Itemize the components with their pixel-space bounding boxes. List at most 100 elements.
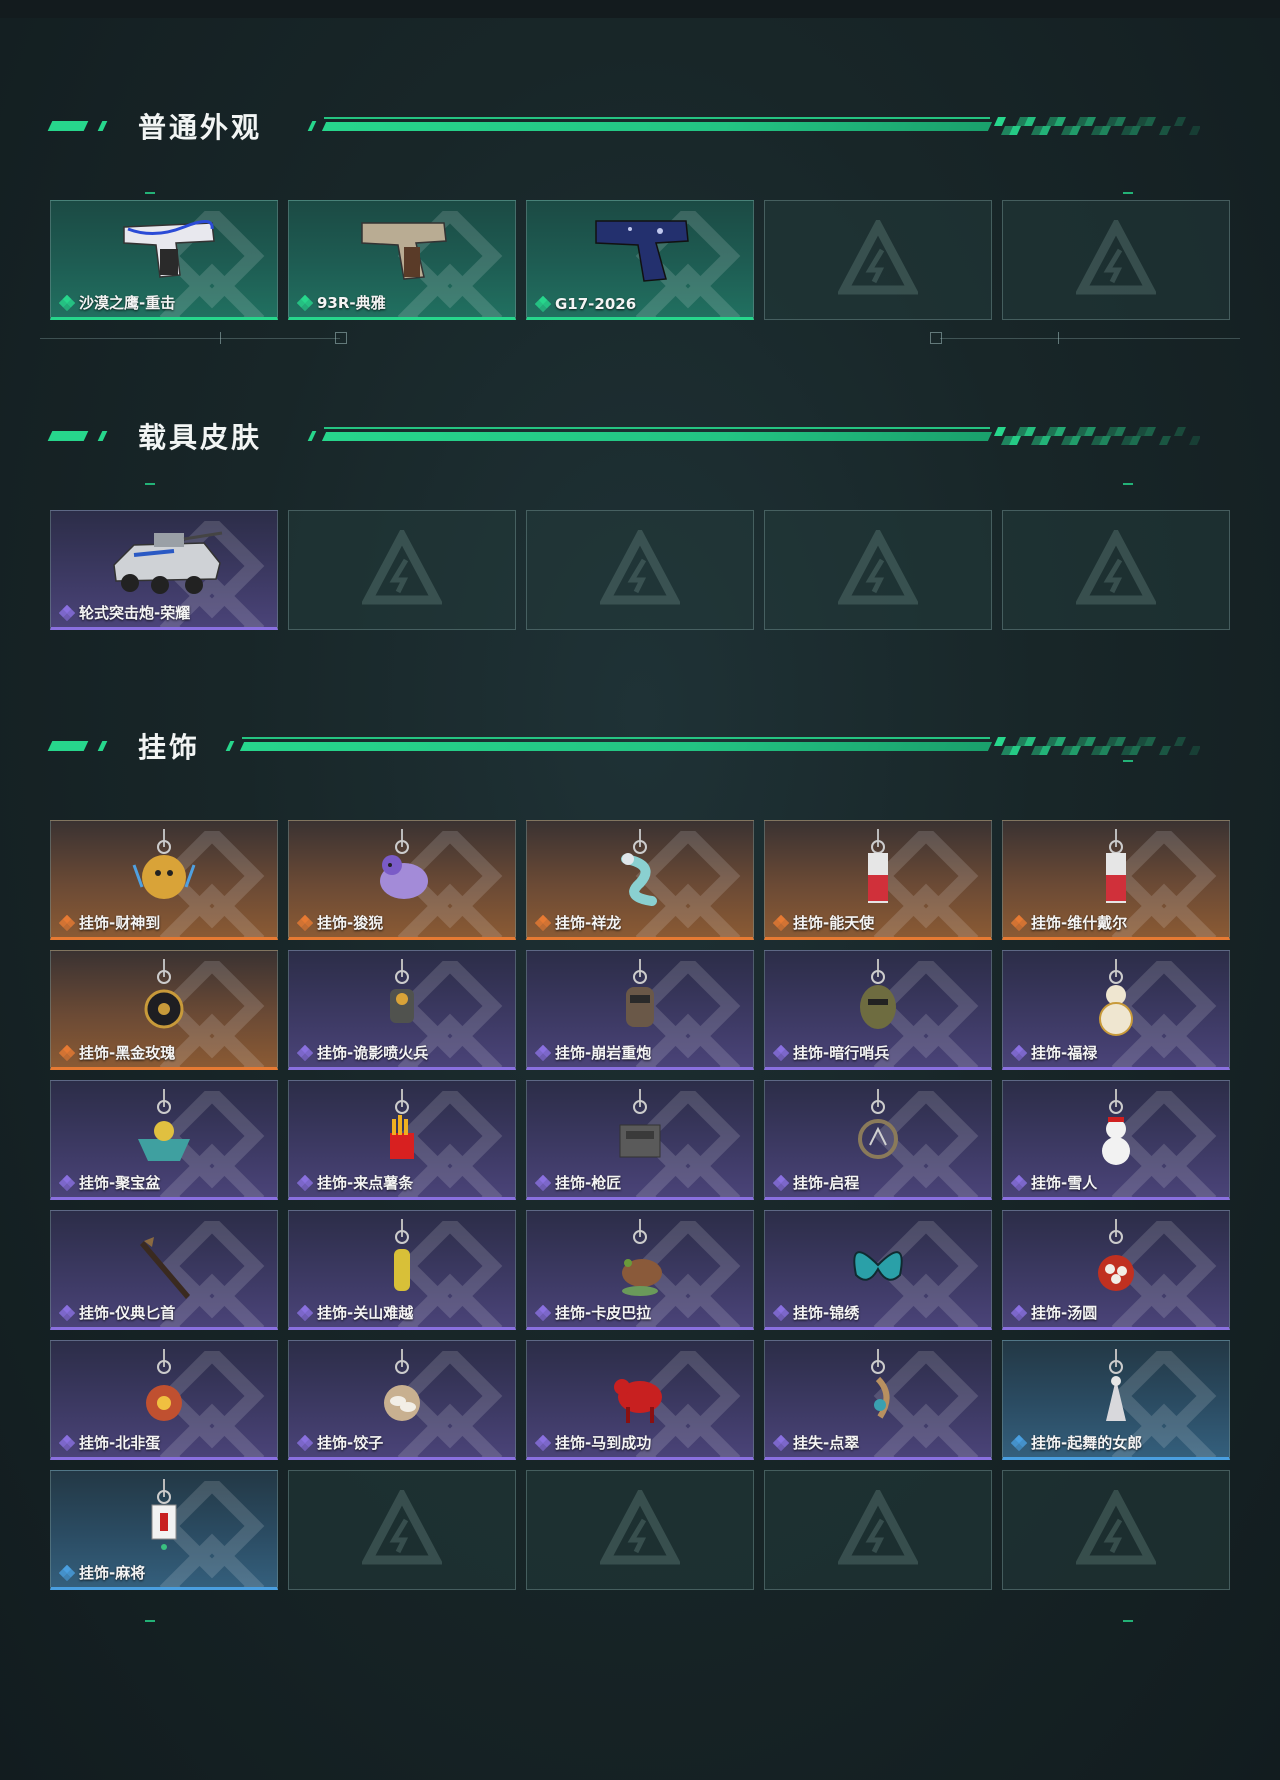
section-header-charms: 挂饰 xyxy=(47,728,1200,768)
empty-slot[interactable] xyxy=(1002,510,1230,630)
empty-slot[interactable] xyxy=(764,200,992,320)
item-card[interactable]: 挂饰-祥龙 xyxy=(526,820,754,940)
item-card[interactable]: 挂饰-枪匠 xyxy=(526,1080,754,1200)
item-label: 挂饰-狻猊 xyxy=(297,912,383,933)
item-name: 挂饰-祥龙 xyxy=(555,914,622,932)
item-card[interactable]: 挂饰-来点薯条 xyxy=(288,1080,516,1200)
item-card[interactable]: G17-2026 xyxy=(526,200,754,320)
item-card[interactable]: 挂饰-暗行哨兵 xyxy=(764,950,992,1070)
charm-heavy-gunner-icon xyxy=(626,959,654,1027)
header-line-thick xyxy=(321,432,993,441)
charm-grid: 挂饰-财神到 挂饰-狻猊 挂饰-祥龙 挂饰-能天使 挂饰-维什戴尔挂饰-黑金玫瑰 挂饰-诡… xyxy=(50,820,1230,1590)
charm-dagger-icon xyxy=(140,1237,190,1299)
item-card[interactable]: 挂饰-马到成功 xyxy=(526,1340,754,1460)
item-card[interactable]: 挂饰-雪人 xyxy=(1002,1080,1230,1200)
checker-square xyxy=(994,427,1006,436)
item-label: 挂饰-暗行哨兵 xyxy=(773,1042,889,1063)
item-name: 沙漠之鹰-重击 xyxy=(79,294,176,312)
header-line-thin xyxy=(324,117,990,119)
empty-slot[interactable] xyxy=(526,510,754,630)
header-line-thin xyxy=(324,427,990,429)
item-card[interactable]: 挂失-点翠 xyxy=(764,1340,992,1460)
item-card[interactable]: 挂饰-诡影喷火兵 xyxy=(288,950,516,1070)
empty-slot[interactable] xyxy=(1002,200,1230,320)
empty-slot[interactable] xyxy=(1002,1470,1230,1590)
divider-left xyxy=(40,338,340,339)
item-label: 挂饰-能天使 xyxy=(773,912,874,933)
header-accent xyxy=(97,431,108,441)
item-card[interactable]: 挂饰-维什戴尔 xyxy=(1002,820,1230,940)
item-card[interactable]: 挂饰-起舞的女郎 xyxy=(1002,1340,1230,1460)
item-card[interactable]: 挂饰-黑金玫瑰 xyxy=(50,950,278,1070)
item-card[interactable]: 挂饰-启程 xyxy=(764,1080,992,1200)
corner-dash xyxy=(145,192,155,194)
item-name: 挂饰-关山难越 xyxy=(317,1304,414,1322)
item-card[interactable]: 93R-典雅 xyxy=(288,200,516,320)
rarity-diamond-icon xyxy=(297,1434,313,1451)
charm-dancer-icon xyxy=(1106,1349,1126,1421)
weapon-skin-grid: 沙漠之鹰-重击 93R-典雅 G17-2026 xyxy=(50,200,1230,320)
charm-capybara-icon xyxy=(622,1219,662,1296)
charm-snowman-icon xyxy=(1102,1089,1130,1165)
pistol-tan-icon xyxy=(361,222,447,280)
item-name: 挂饰-枪匠 xyxy=(555,1174,622,1192)
item-name: 挂饰-雪人 xyxy=(1031,1174,1098,1192)
section-title: 普通外观 xyxy=(138,111,263,144)
item-card[interactable]: 挂饰-汤圆 xyxy=(1002,1210,1230,1330)
item-card[interactable]: 轮式突击炮-荣耀 xyxy=(50,510,278,630)
item-card[interactable]: 沙漠之鹰-重击 xyxy=(50,200,278,320)
item-name: 挂饰-崩岩重炮 xyxy=(555,1044,652,1062)
item-label: 挂饰-卡皮巴拉 xyxy=(535,1302,651,1323)
item-name: 挂饰-暗行哨兵 xyxy=(793,1044,890,1062)
empty-slot[interactable] xyxy=(526,1470,754,1590)
charm-fries-icon xyxy=(390,1089,414,1159)
empty-slot[interactable] xyxy=(288,1470,516,1590)
item-label: 挂饰-汤圆 xyxy=(1011,1302,1097,1323)
empty-slot[interactable] xyxy=(288,510,516,630)
placeholder-logo-icon xyxy=(1076,220,1156,295)
inventory-page: 普通外观 载具皮肤 挂饰 沙漠之鹰-重击 93R-典雅 G17-2026 轮式突… xyxy=(0,0,1280,1780)
item-card[interactable]: 挂饰-崩岩重炮 xyxy=(526,950,754,1070)
item-card[interactable]: 挂饰-卡皮巴拉 xyxy=(526,1210,754,1330)
rarity-diamond-icon xyxy=(773,1304,789,1321)
charm-gunsmith-icon xyxy=(619,1089,661,1158)
empty-slot[interactable] xyxy=(764,1470,992,1590)
section-header-weapon-skins: 普通外观 xyxy=(47,108,1200,148)
item-card[interactable]: 挂饰-福禄 xyxy=(1002,950,1230,1070)
header-line-tick xyxy=(225,741,235,751)
item-label: 挂饰-饺子 xyxy=(297,1432,383,1453)
item-card[interactable]: 挂饰-能天使 xyxy=(764,820,992,940)
header-checker xyxy=(994,117,1200,135)
item-label: 挂失-点翠 xyxy=(773,1432,859,1453)
header-line-tick xyxy=(307,431,317,441)
item-card[interactable]: 挂饰-锦绣 xyxy=(764,1210,992,1330)
section-header-vehicle-skins: 载具皮肤 xyxy=(47,418,1200,458)
placeholder-logo-icon xyxy=(838,1490,918,1565)
item-card[interactable]: 挂饰-关山难越 xyxy=(288,1210,516,1330)
item-label: 挂饰-诡影喷火兵 xyxy=(297,1042,428,1063)
item-name: 挂饰-聚宝盆 xyxy=(79,1174,161,1192)
item-label: 沙漠之鹰-重击 xyxy=(59,292,175,313)
item-card[interactable]: 挂饰-仪典匕首 xyxy=(50,1210,278,1330)
item-name: 挂饰-来点薯条 xyxy=(317,1174,414,1192)
item-label: 挂饰-维什戴尔 xyxy=(1011,912,1127,933)
empty-slot[interactable] xyxy=(764,510,992,630)
item-card[interactable]: 挂饰-饺子 xyxy=(288,1340,516,1460)
item-label: 93R-典雅 xyxy=(297,292,386,313)
item-card[interactable]: 挂饰-麻将 xyxy=(50,1470,278,1590)
item-card[interactable]: 挂饰-聚宝盆 xyxy=(50,1080,278,1200)
item-card[interactable]: 挂饰-北非蛋 xyxy=(50,1340,278,1460)
charm-dumpling-icon xyxy=(384,1349,420,1421)
placeholder-logo-icon xyxy=(362,1490,442,1565)
charm-shakshuka-icon xyxy=(146,1349,182,1421)
item-label: 挂饰-北非蛋 xyxy=(59,1432,160,1453)
divider-square-left xyxy=(335,332,347,344)
rarity-diamond-icon xyxy=(59,1564,75,1581)
pistol-white-blue-icon xyxy=(123,220,215,278)
item-card[interactable]: 挂饰-狻猊 xyxy=(288,820,516,940)
item-name: 挂饰-仪典匕首 xyxy=(79,1304,176,1322)
charm-dragon-icon xyxy=(621,829,657,906)
item-card[interactable]: 挂饰-财神到 xyxy=(50,820,278,940)
checker-square xyxy=(994,737,1006,746)
item-label: 挂饰-福禄 xyxy=(1011,1042,1097,1063)
